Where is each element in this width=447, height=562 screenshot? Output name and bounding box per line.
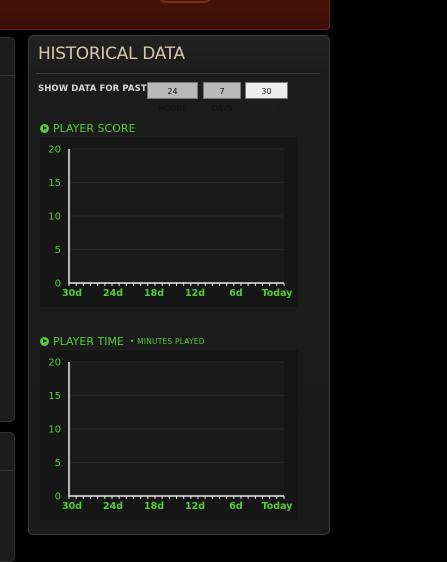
left-panel-upper	[0, 37, 15, 422]
y-tick-label: 20	[48, 145, 61, 156]
x-tick-label: 18d	[144, 501, 164, 512]
x-tick-label: 6d	[229, 501, 242, 512]
x-tick-label: 12d	[185, 288, 205, 299]
top-banner	[0, 0, 330, 30]
player-score-chart-svg: 0 5 10 15 20 30d 24d 18d 12d 6d Today	[48, 145, 294, 300]
player-time-chart: 0 5 10 15 20 30d 24d 18d 12d 6d Today	[40, 350, 298, 520]
x-tick-label: Today	[262, 501, 294, 512]
x-tick-label: 24d	[103, 501, 123, 512]
y-tick-label: 15	[48, 178, 61, 189]
range-7-days-button[interactable]: 7 DAYS	[203, 82, 241, 113]
player-time-chart-svg: 0 5 10 15 20 30d 24d 18d 12d 6d Today	[48, 358, 294, 513]
y-tick-label: 5	[55, 458, 61, 469]
x-tick-label: 24d	[103, 288, 123, 299]
player-score-title: PLAYER SCORE	[53, 122, 136, 135]
left-panel-divider	[0, 470, 14, 471]
x-tick-label: 18d	[144, 288, 164, 299]
x-tick-label: 6d	[229, 288, 242, 299]
x-tick-label: 12d	[185, 501, 205, 512]
player-score-chart: 0 5 10 15 20 30d 24d 18d 12d 6d Today	[40, 137, 298, 307]
x-tick-label: 30d	[62, 501, 82, 512]
y-tick-label: 20	[48, 358, 61, 369]
player-time-title: PLAYER TIME	[53, 335, 124, 348]
left-panel-divider	[0, 75, 14, 76]
y-tick-label: 10	[48, 212, 61, 223]
title-divider	[36, 73, 320, 74]
play-circle-icon	[40, 124, 49, 133]
range-24-hours-button[interactable]: 24 HOURS	[147, 82, 198, 113]
x-tick-label: 30d	[62, 288, 82, 299]
range-30-days-button[interactable]: 30 DAYS	[245, 82, 288, 113]
y-tick-label: 0	[55, 279, 61, 290]
y-tick-label: 5	[55, 245, 61, 256]
show-data-label: SHOW DATA FOR PAST:	[38, 84, 150, 94]
historical-data-panel: HISTORICAL DATA SHOW DATA FOR PAST: 24 H…	[28, 35, 330, 535]
player-score-heading: PLAYER SCORE	[40, 122, 135, 135]
player-time-subtitle: • MINUTES PLAYED	[129, 337, 205, 346]
player-time-heading: PLAYER TIME • MINUTES PLAYED	[40, 335, 205, 348]
y-tick-label: 0	[55, 492, 61, 503]
panel-title: HISTORICAL DATA	[38, 44, 185, 64]
y-tick-label: 10	[48, 425, 61, 436]
play-circle-icon	[40, 337, 49, 346]
y-tick-label: 15	[48, 391, 61, 402]
banner-ornament	[155, 0, 215, 3]
left-panel-lower	[0, 432, 15, 562]
x-tick-label: Today	[262, 288, 294, 299]
